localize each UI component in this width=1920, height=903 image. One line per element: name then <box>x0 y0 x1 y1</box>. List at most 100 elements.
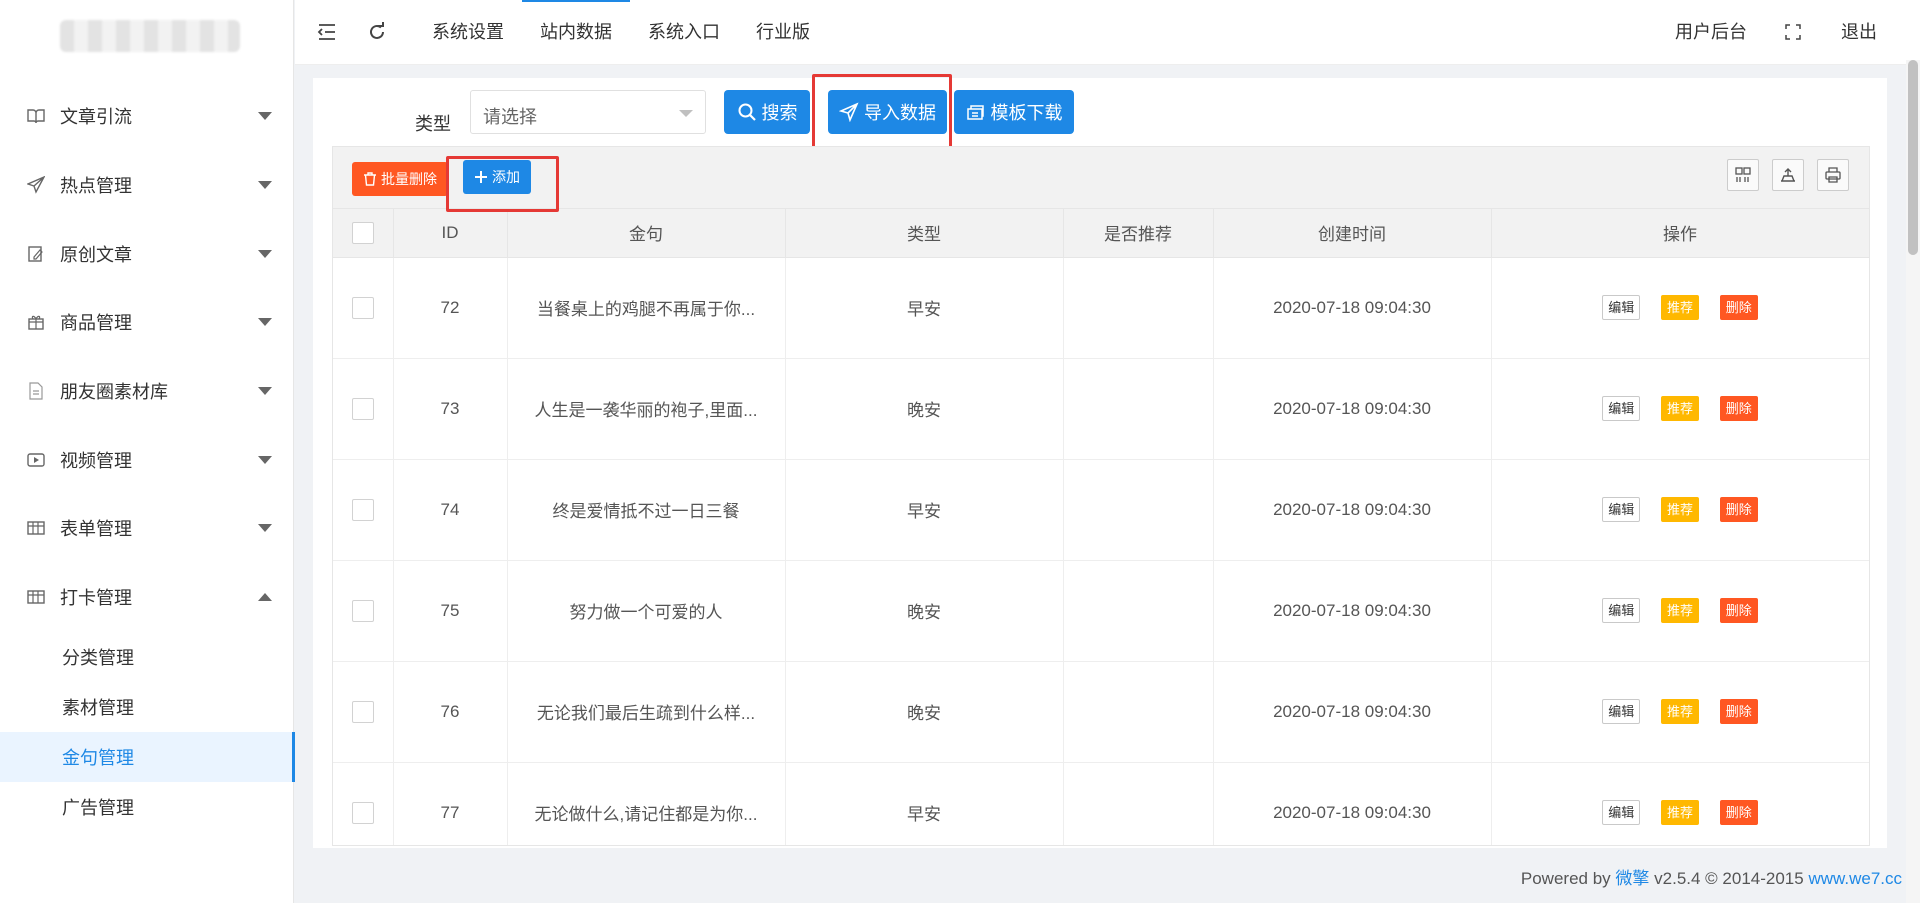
cell-recommended <box>1063 459 1214 561</box>
footer-site-link[interactable]: www.we7.cc <box>1808 869 1902 888</box>
header-created-time: 创建时间 <box>1213 209 1492 258</box>
sidebar-item-hotspot[interactable]: 热点管理 <box>0 151 294 220</box>
cell-quote: 无论我们最后生疏到什么样... <box>507 661 786 763</box>
cell-created-time: 2020-07-18 09:04:30 <box>1213 358 1492 460</box>
print-icon[interactable] <box>1817 159 1849 191</box>
edit-button[interactable]: 编辑 <box>1602 598 1641 623</box>
sidebar-subitem-quotes[interactable]: 金句管理 <box>0 731 295 782</box>
sidebar-item-original-article[interactable]: 原创文章 <box>0 219 294 288</box>
delete-button[interactable]: 删除 <box>1719 699 1758 724</box>
edit-button[interactable]: 编辑 <box>1602 699 1641 724</box>
footer-brand-link[interactable]: 微擎 <box>1615 869 1649 888</box>
video-icon <box>26 450 46 470</box>
nav-user-backend[interactable]: 用户后台 <box>1675 0 1747 65</box>
cell-actions: 编辑 推荐 删除 <box>1491 762 1869 845</box>
nav-industry-edition[interactable]: 行业版 <box>756 0 810 65</box>
chevron-down-icon <box>258 387 272 396</box>
page-scrollbar[interactable] <box>1906 60 1920 903</box>
table-row: 75 努力做一个可爱的人 晚安 2020-07-18 09:04:30 编辑 推… <box>333 560 1869 662</box>
cell-id: 76 <box>393 661 508 763</box>
header-actions: 操作 <box>1491 209 1869 258</box>
template-icon <box>966 103 986 121</box>
sidebar-item-label: 文章引流 <box>60 107 132 128</box>
row-checkbox[interactable] <box>351 700 374 723</box>
delete-button[interactable]: 删除 <box>1719 800 1758 825</box>
edit-button[interactable]: 编辑 <box>1602 800 1641 825</box>
book-icon <box>26 106 46 126</box>
nav-system-settings[interactable]: 系统设置 <box>432 0 504 65</box>
table-icon <box>26 518 46 538</box>
row-checkbox[interactable] <box>351 296 374 319</box>
recommend-button[interactable]: 推荐 <box>1660 699 1699 724</box>
delete-button[interactable]: 删除 <box>1719 497 1758 522</box>
sidebar-item-label: 表单管理 <box>60 519 132 540</box>
header-id: ID <box>393 209 508 258</box>
sidebar-item-label: 原创文章 <box>60 244 132 265</box>
sidebar: 文章引流 热点管理 原创文章 商品管理 朋友圈素材库 视频管理 表单管理 打卡管… <box>0 0 295 903</box>
type-select-placeholder: 请选择 <box>483 107 537 127</box>
menu-fold-icon[interactable] <box>315 20 339 44</box>
recommend-button[interactable]: 推荐 <box>1660 800 1699 825</box>
cell-actions: 编辑 推荐 删除 <box>1491 459 1869 561</box>
delete-button[interactable]: 删除 <box>1719 598 1758 623</box>
scrollbar-thumb[interactable] <box>1908 60 1918 255</box>
table-row: 74 终是爱情抵不过一日三餐 早安 2020-07-18 09:04:30 编辑… <box>333 459 1869 561</box>
export-icon[interactable] <box>1772 159 1804 191</box>
row-checkbox-cell <box>333 459 394 561</box>
refresh-icon[interactable] <box>365 20 389 44</box>
cell-created-time: 2020-07-18 09:04:30 <box>1213 661 1492 763</box>
edit-button[interactable]: 编辑 <box>1602 295 1641 320</box>
sidebar-item-label: 朋友圈素材库 <box>60 382 168 403</box>
search-icon <box>737 102 757 122</box>
select-all-checkbox[interactable] <box>351 221 374 244</box>
recommend-button[interactable]: 推荐 <box>1660 396 1699 421</box>
sidebar-item-checkin[interactable]: 打卡管理 <box>0 563 294 632</box>
recommend-button[interactable]: 推荐 <box>1660 295 1699 320</box>
row-checkbox-cell <box>333 358 394 460</box>
row-checkbox[interactable] <box>351 397 374 420</box>
table-toolbar: 批量删除 添加 <box>333 147 1869 209</box>
type-select[interactable]: 请选择 <box>470 90 706 134</box>
highlight-box-add <box>446 156 559 212</box>
header-quote: 金句 <box>507 209 786 258</box>
row-checkbox[interactable] <box>351 498 374 521</box>
send-icon <box>26 175 46 195</box>
edit-button[interactable]: 编辑 <box>1602 497 1641 522</box>
recommend-button[interactable]: 推荐 <box>1660 497 1699 522</box>
delete-button[interactable]: 删除 <box>1719 396 1758 421</box>
cell-type: 早安 <box>785 459 1064 561</box>
chevron-down-icon <box>258 318 272 327</box>
columns-filter-icon[interactable] <box>1727 159 1759 191</box>
sidebar-item-video[interactable]: 视频管理 <box>0 425 294 494</box>
template-download-label: 模板下载 <box>990 103 1063 123</box>
recommend-button[interactable]: 推荐 <box>1660 598 1699 623</box>
fullscreen-icon[interactable] <box>1781 20 1805 44</box>
row-checkbox[interactable] <box>351 801 374 824</box>
delete-button[interactable]: 删除 <box>1719 295 1758 320</box>
nav-system-entry[interactable]: 系统入口 <box>648 0 720 65</box>
search-button[interactable]: 搜索 <box>724 90 810 134</box>
footer: Powered by 微擎 v2.5.4 © 2014-2015 www.we7… <box>1521 864 1902 889</box>
sidebar-subitem-category[interactable]: 分类管理 <box>0 632 294 682</box>
row-checkbox[interactable] <box>351 599 374 622</box>
template-download-button[interactable]: 模板下载 <box>954 90 1074 134</box>
table-row: 72 当餐桌上的鸡腿不再属于你... 早安 2020-07-18 09:04:3… <box>333 257 1869 359</box>
cell-created-time: 2020-07-18 09:04:30 <box>1213 459 1492 561</box>
search-button-label: 搜索 <box>761 103 798 123</box>
edit-button[interactable]: 编辑 <box>1602 396 1641 421</box>
batch-delete-button[interactable]: 批量删除 <box>352 162 448 196</box>
cell-quote: 当餐桌上的鸡腿不再属于你... <box>507 257 786 359</box>
row-checkbox-cell <box>333 257 394 359</box>
nav-site-data[interactable]: 站内数据 <box>522 0 630 65</box>
sidebar-subitem-ads[interactable]: 广告管理 <box>0 782 294 832</box>
sidebar-item-moments-library[interactable]: 朋友圈素材库 <box>0 357 294 426</box>
sidebar-menu: 文章引流 热点管理 原创文章 商品管理 朋友圈素材库 视频管理 表单管理 打卡管… <box>0 82 295 832</box>
batch-delete-label: 批量删除 <box>381 171 437 187</box>
sidebar-item-goods[interactable]: 商品管理 <box>0 288 294 357</box>
sidebar-item-article-traffic[interactable]: 文章引流 <box>0 82 294 151</box>
cell-quote: 无论做什么,请记住都是为你... <box>507 762 786 845</box>
logout-link[interactable]: 退出 <box>1841 0 1877 65</box>
cell-recommended <box>1063 358 1214 460</box>
sidebar-subitem-material[interactable]: 素材管理 <box>0 682 294 732</box>
sidebar-item-form[interactable]: 表单管理 <box>0 494 294 563</box>
